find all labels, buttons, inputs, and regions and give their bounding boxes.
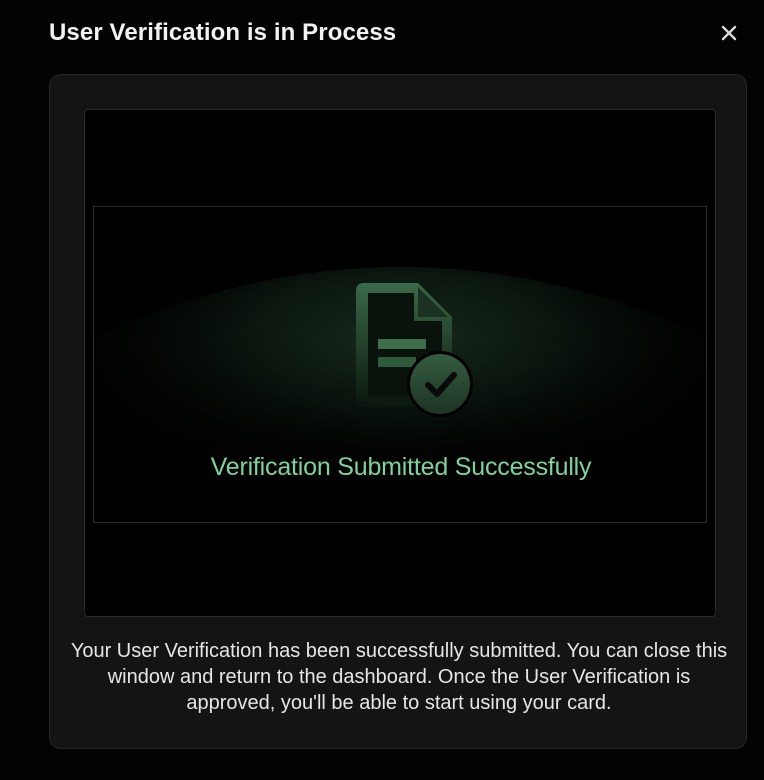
verification-modal: User Verification is in Process Verifica… (0, 0, 764, 780)
verification-card: Verification Submitted Successfully Your… (49, 74, 747, 749)
modal-title: User Verification is in Process (49, 19, 397, 46)
close-icon[interactable] (716, 20, 742, 46)
verification-description: Your User Verification has been successf… (70, 640, 728, 714)
document-check-icon (356, 283, 473, 417)
media-frame: Verification Submitted Successfully (84, 109, 716, 617)
success-headline: Verification Submitted Successfully (210, 453, 592, 481)
success-illustration: Verification Submitted Successfully (93, 206, 707, 523)
